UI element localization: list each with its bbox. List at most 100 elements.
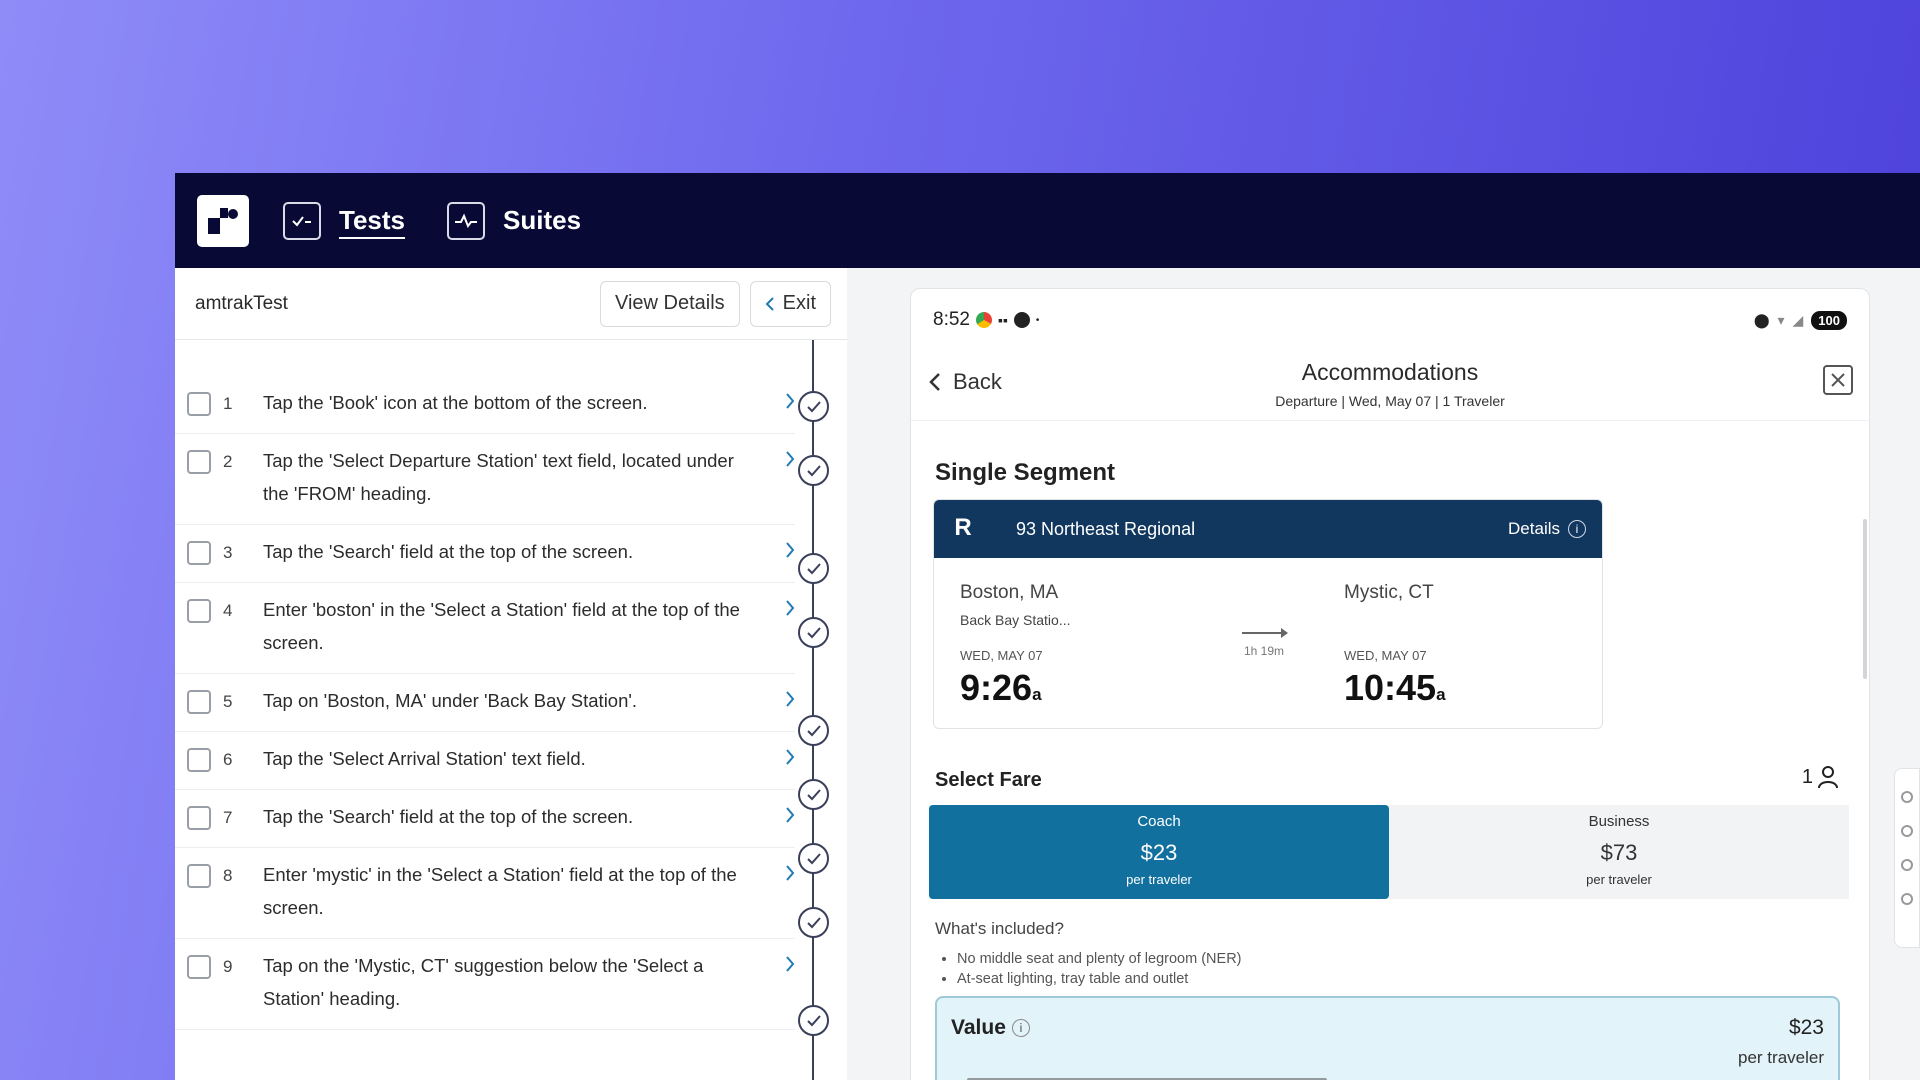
step-checkbox[interactable]	[187, 450, 211, 474]
close-button[interactable]	[1823, 365, 1853, 395]
chevron-right-icon[interactable]	[785, 748, 795, 766]
traveler-count[interactable]: 1	[1802, 765, 1839, 789]
app-window: Tests Suites amtrakTest View Details Exi…	[175, 173, 1920, 1080]
train-name: 93 Northeast Regional	[1016, 518, 1196, 539]
step-status-check-icon	[798, 907, 829, 938]
chevron-right-icon[interactable]	[785, 806, 795, 824]
status-time: 8:52	[933, 309, 970, 330]
status-bar: 8:52 ▪▪ • ⬤ ▾ ◢ 100	[911, 289, 1869, 351]
step-checkbox[interactable]	[187, 806, 211, 830]
step-status-check-icon	[798, 779, 829, 810]
info-icon: i	[1568, 520, 1586, 538]
step-row[interactable]: 1 Tap the 'Book' icon at the bottom of t…	[175, 376, 795, 434]
location-icon: ⬤	[1753, 311, 1770, 328]
info-icon	[1013, 312, 1030, 328]
step-checkbox[interactable]	[187, 955, 211, 979]
trip-header: R 93 Northeast Regional Details i	[934, 500, 1602, 558]
chevron-left-icon	[765, 296, 774, 311]
tool-icon[interactable]	[1901, 791, 1913, 803]
list-item: No middle seat and plenty of legroom (NE…	[957, 949, 1242, 969]
chevron-right-icon[interactable]	[785, 955, 795, 973]
step-timeline	[789, 340, 839, 1080]
step-checkbox[interactable]	[187, 599, 211, 623]
step-row[interactable]: 5 Tap on 'Boston, MA' under 'Back Bay St…	[175, 674, 795, 732]
test-name: amtrakTest	[195, 292, 288, 314]
trip-card[interactable]: R 93 Northeast Regional Details i Boston…	[933, 499, 1603, 729]
step-row[interactable]: 6 Tap the 'Select Arrival Station' text …	[175, 732, 795, 790]
test-steps-panel: amtrakTest View Details Exit 1 Tap the '…	[175, 268, 847, 1080]
checklist-icon	[283, 201, 321, 240]
app-logo[interactable]	[197, 194, 249, 247]
included-heading: What's included?	[935, 919, 1064, 938]
step-text: Tap on the 'Mystic, CT' suggestion below…	[263, 955, 704, 1009]
tool-icon[interactable]	[1901, 825, 1913, 837]
details-link[interactable]: Details i	[1508, 519, 1586, 539]
tool-icon[interactable]	[1901, 859, 1913, 871]
app-bar: Back Accommodations Departure | Wed, May…	[911, 351, 1869, 421]
chevron-right-icon[interactable]	[785, 392, 795, 410]
step-number: 4	[223, 601, 233, 620]
step-text: Tap on 'Boston, MA' under 'Back Bay Stat…	[263, 690, 638, 711]
step-status-check-icon	[798, 455, 829, 486]
apps-icon: ▪▪	[997, 312, 1008, 328]
step-checkbox[interactable]	[187, 392, 211, 416]
step-row[interactable]: 3 Tap the 'Search' field at the top of t…	[175, 525, 795, 583]
page-subtitle: Departure | Wed, May 07 | 1 Traveler	[1275, 393, 1505, 409]
step-row[interactable]: 2 Tap the 'Select Departure Station' tex…	[175, 434, 795, 525]
departure-info: Boston, MA Back Bay Statio... WED, MAY 0…	[960, 582, 1071, 709]
page-title: Accommodations	[1301, 359, 1479, 385]
step-text: Tap the 'Book' icon at the bottom of the…	[263, 392, 648, 413]
to-time: 10:45a	[1344, 667, 1446, 708]
value-fare-card[interactable]: Value i $23 per traveler	[935, 996, 1840, 1080]
arrival-info: Mystic, CT . WED, MAY 07 10:45a	[1344, 582, 1446, 709]
fare-option-coach[interactable]: Coach $23 per traveler	[929, 805, 1389, 899]
select-fare-heading: Select Fare	[935, 769, 1042, 791]
step-row[interactable]: 9 Tap on the 'Mystic, CT' suggestion bel…	[175, 939, 795, 1030]
arrow-right-icon	[1242, 628, 1288, 638]
scrollbar[interactable]	[1863, 519, 1867, 679]
step-number: 6	[223, 750, 233, 769]
chevron-right-icon[interactable]	[785, 599, 795, 617]
tab-tests[interactable]: Tests	[283, 201, 405, 240]
from-time: 9:26a	[960, 667, 1042, 708]
tool-icon[interactable]	[1901, 893, 1913, 905]
duration-indicator: 1h 19m	[1234, 628, 1294, 658]
step-status-check-icon	[798, 391, 829, 422]
step-status-check-icon	[798, 715, 829, 746]
chevron-right-icon[interactable]	[785, 450, 795, 468]
chevron-right-icon[interactable]	[785, 541, 795, 559]
tab-suites[interactable]: Suites	[447, 201, 581, 240]
trip-duration: 1h 19m	[1243, 644, 1285, 658]
device-screen: 8:52 ▪▪ • ⬤ ▾ ◢ 100 Back Accommodations …	[910, 288, 1870, 1080]
chevron-right-icon[interactable]	[785, 864, 795, 882]
step-checkbox[interactable]	[187, 541, 211, 565]
step-status-check-icon	[798, 1005, 829, 1036]
step-list: 1 Tap the 'Book' icon at the bottom of t…	[175, 376, 795, 1030]
included-list: No middle seat and plenty of legroom (NE…	[943, 949, 1242, 989]
chevron-right-icon[interactable]	[785, 690, 795, 708]
step-row[interactable]: 8 Enter 'mystic' in the 'Select a Statio…	[175, 848, 795, 939]
test-header: amtrakTest View Details Exit	[175, 268, 847, 340]
view-details-button[interactable]: View Details	[599, 280, 740, 327]
step-number: 9	[223, 957, 233, 976]
exit-button[interactable]: Exit	[749, 280, 831, 327]
step-text: Enter 'mystic' in the 'Select a Station'…	[263, 864, 737, 918]
value-per-traveler: per traveler	[1738, 1048, 1824, 1067]
step-checkbox[interactable]	[187, 748, 211, 772]
step-checkbox[interactable]	[187, 864, 211, 888]
step-checkbox[interactable]	[187, 690, 211, 714]
list-item: At-seat lighting, tray table and outlet	[957, 969, 1242, 989]
battery-icon: 100	[1811, 310, 1847, 330]
side-toolbar	[1894, 768, 1920, 948]
step-text: Tap the 'Search' field at the top of the…	[263, 806, 634, 827]
wifi-icon: ▾	[1777, 311, 1785, 328]
step-row[interactable]: 7 Tap the 'Search' field at the top of t…	[175, 790, 795, 848]
step-row[interactable]: 4 Enter 'boston' in the 'Select a Statio…	[175, 583, 795, 674]
step-number: 2	[223, 452, 233, 471]
fare-option-business[interactable]: Business $73 per traveler	[1389, 805, 1849, 899]
step-text: Tap the 'Search' field at the top of the…	[263, 541, 634, 562]
step-number: 1	[223, 394, 233, 413]
from-station: Back Bay Statio...	[960, 612, 1071, 628]
signal-icon: ◢	[1792, 311, 1804, 328]
step-text: Tap the 'Select Arrival Station' text fi…	[263, 748, 586, 769]
